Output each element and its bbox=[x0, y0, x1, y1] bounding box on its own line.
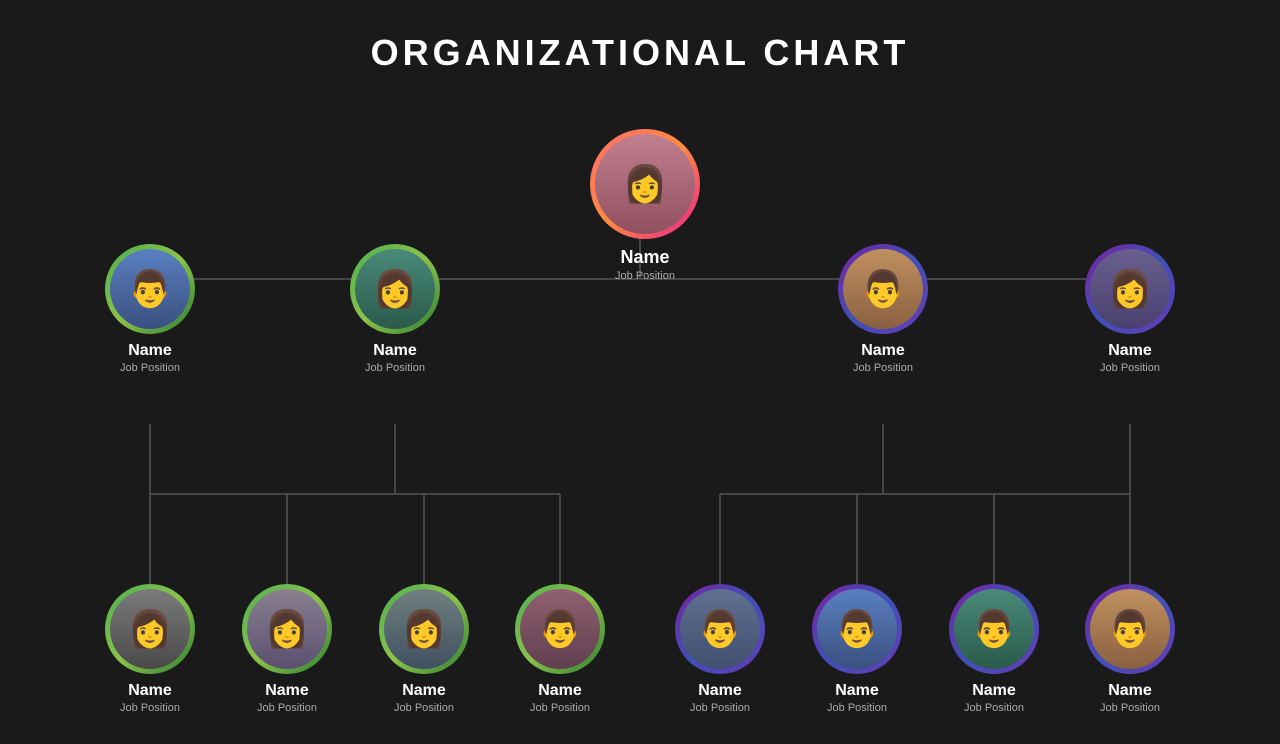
avatar-l2-1: 👩 bbox=[105, 584, 195, 674]
node-l1-3-name: Name bbox=[861, 342, 905, 360]
node-l1-3: 👨 Name Job Position bbox=[823, 244, 943, 374]
node-top-name: Name bbox=[620, 247, 669, 268]
node-l1-2-pos: Job Position bbox=[365, 362, 425, 374]
node-top-position: Job Position bbox=[615, 270, 675, 282]
node-l2-8-name: Name bbox=[1108, 682, 1152, 700]
avatar-top: 👩 bbox=[590, 129, 700, 239]
node-l1-4: 👩 Name Job Position bbox=[1070, 244, 1190, 374]
avatar-l2-3: 👩 bbox=[379, 584, 469, 674]
node-l1-1: 👨 Name Job Position bbox=[90, 244, 210, 374]
avatar-l2-6: 👨 bbox=[812, 584, 902, 674]
node-l2-8-pos: Job Position bbox=[1100, 702, 1160, 714]
node-l2-1: 👩 Name Job Position bbox=[90, 584, 210, 714]
node-l1-3-pos: Job Position bbox=[853, 362, 913, 374]
node-l2-6-pos: Job Position bbox=[827, 702, 887, 714]
node-l2-2: 👩 Name Job Position bbox=[227, 584, 347, 714]
node-l1-1-pos: Job Position bbox=[120, 362, 180, 374]
node-l2-8: 👨 Name Job Position bbox=[1070, 584, 1190, 714]
avatar-l2-5: 👨 bbox=[675, 584, 765, 674]
avatar-l1-1: 👨 bbox=[105, 244, 195, 334]
node-l2-5: 👨 Name Job Position bbox=[660, 584, 780, 714]
node-l2-6: 👨 Name Job Position bbox=[797, 584, 917, 714]
node-l2-4-pos: Job Position bbox=[530, 702, 590, 714]
node-l1-1-name: Name bbox=[128, 342, 172, 360]
node-l1-4-name: Name bbox=[1108, 342, 1152, 360]
avatar-l2-2: 👩 bbox=[242, 584, 332, 674]
node-l2-4: 👨 Name Job Position bbox=[500, 584, 620, 714]
avatar-l1-3: 👨 bbox=[838, 244, 928, 334]
node-top: 👩 Name Job Position bbox=[575, 129, 715, 282]
node-l2-2-name: Name bbox=[265, 682, 309, 700]
avatar-l1-4: 👩 bbox=[1085, 244, 1175, 334]
node-l2-7-pos: Job Position bbox=[964, 702, 1024, 714]
node-l2-3: 👩 Name Job Position bbox=[364, 584, 484, 714]
node-l2-3-pos: Job Position bbox=[394, 702, 454, 714]
avatar-l1-2: 👩 bbox=[350, 244, 440, 334]
avatar-l2-7: 👨 bbox=[949, 584, 1039, 674]
node-l2-7: 👨 Name Job Position bbox=[934, 584, 1054, 714]
node-l2-1-pos: Job Position bbox=[120, 702, 180, 714]
page-title: ORGANIZATIONAL CHART bbox=[0, 0, 1280, 74]
node-l1-2: 👩 Name Job Position bbox=[335, 244, 455, 374]
avatar-l2-4: 👨 bbox=[515, 584, 605, 674]
node-l2-5-name: Name bbox=[698, 682, 742, 700]
node-l2-6-name: Name bbox=[835, 682, 879, 700]
node-l2-5-pos: Job Position bbox=[690, 702, 750, 714]
node-l1-2-name: Name bbox=[373, 342, 417, 360]
node-l1-4-pos: Job Position bbox=[1100, 362, 1160, 374]
node-l2-3-name: Name bbox=[402, 682, 446, 700]
node-l2-1-name: Name bbox=[128, 682, 172, 700]
node-l2-4-name: Name bbox=[538, 682, 582, 700]
avatar-l2-8: 👨 bbox=[1085, 584, 1175, 674]
org-chart: 👩 Name Job Position 👨 Name Job Position … bbox=[0, 94, 1280, 744]
node-l2-2-pos: Job Position bbox=[257, 702, 317, 714]
node-l2-7-name: Name bbox=[972, 682, 1016, 700]
